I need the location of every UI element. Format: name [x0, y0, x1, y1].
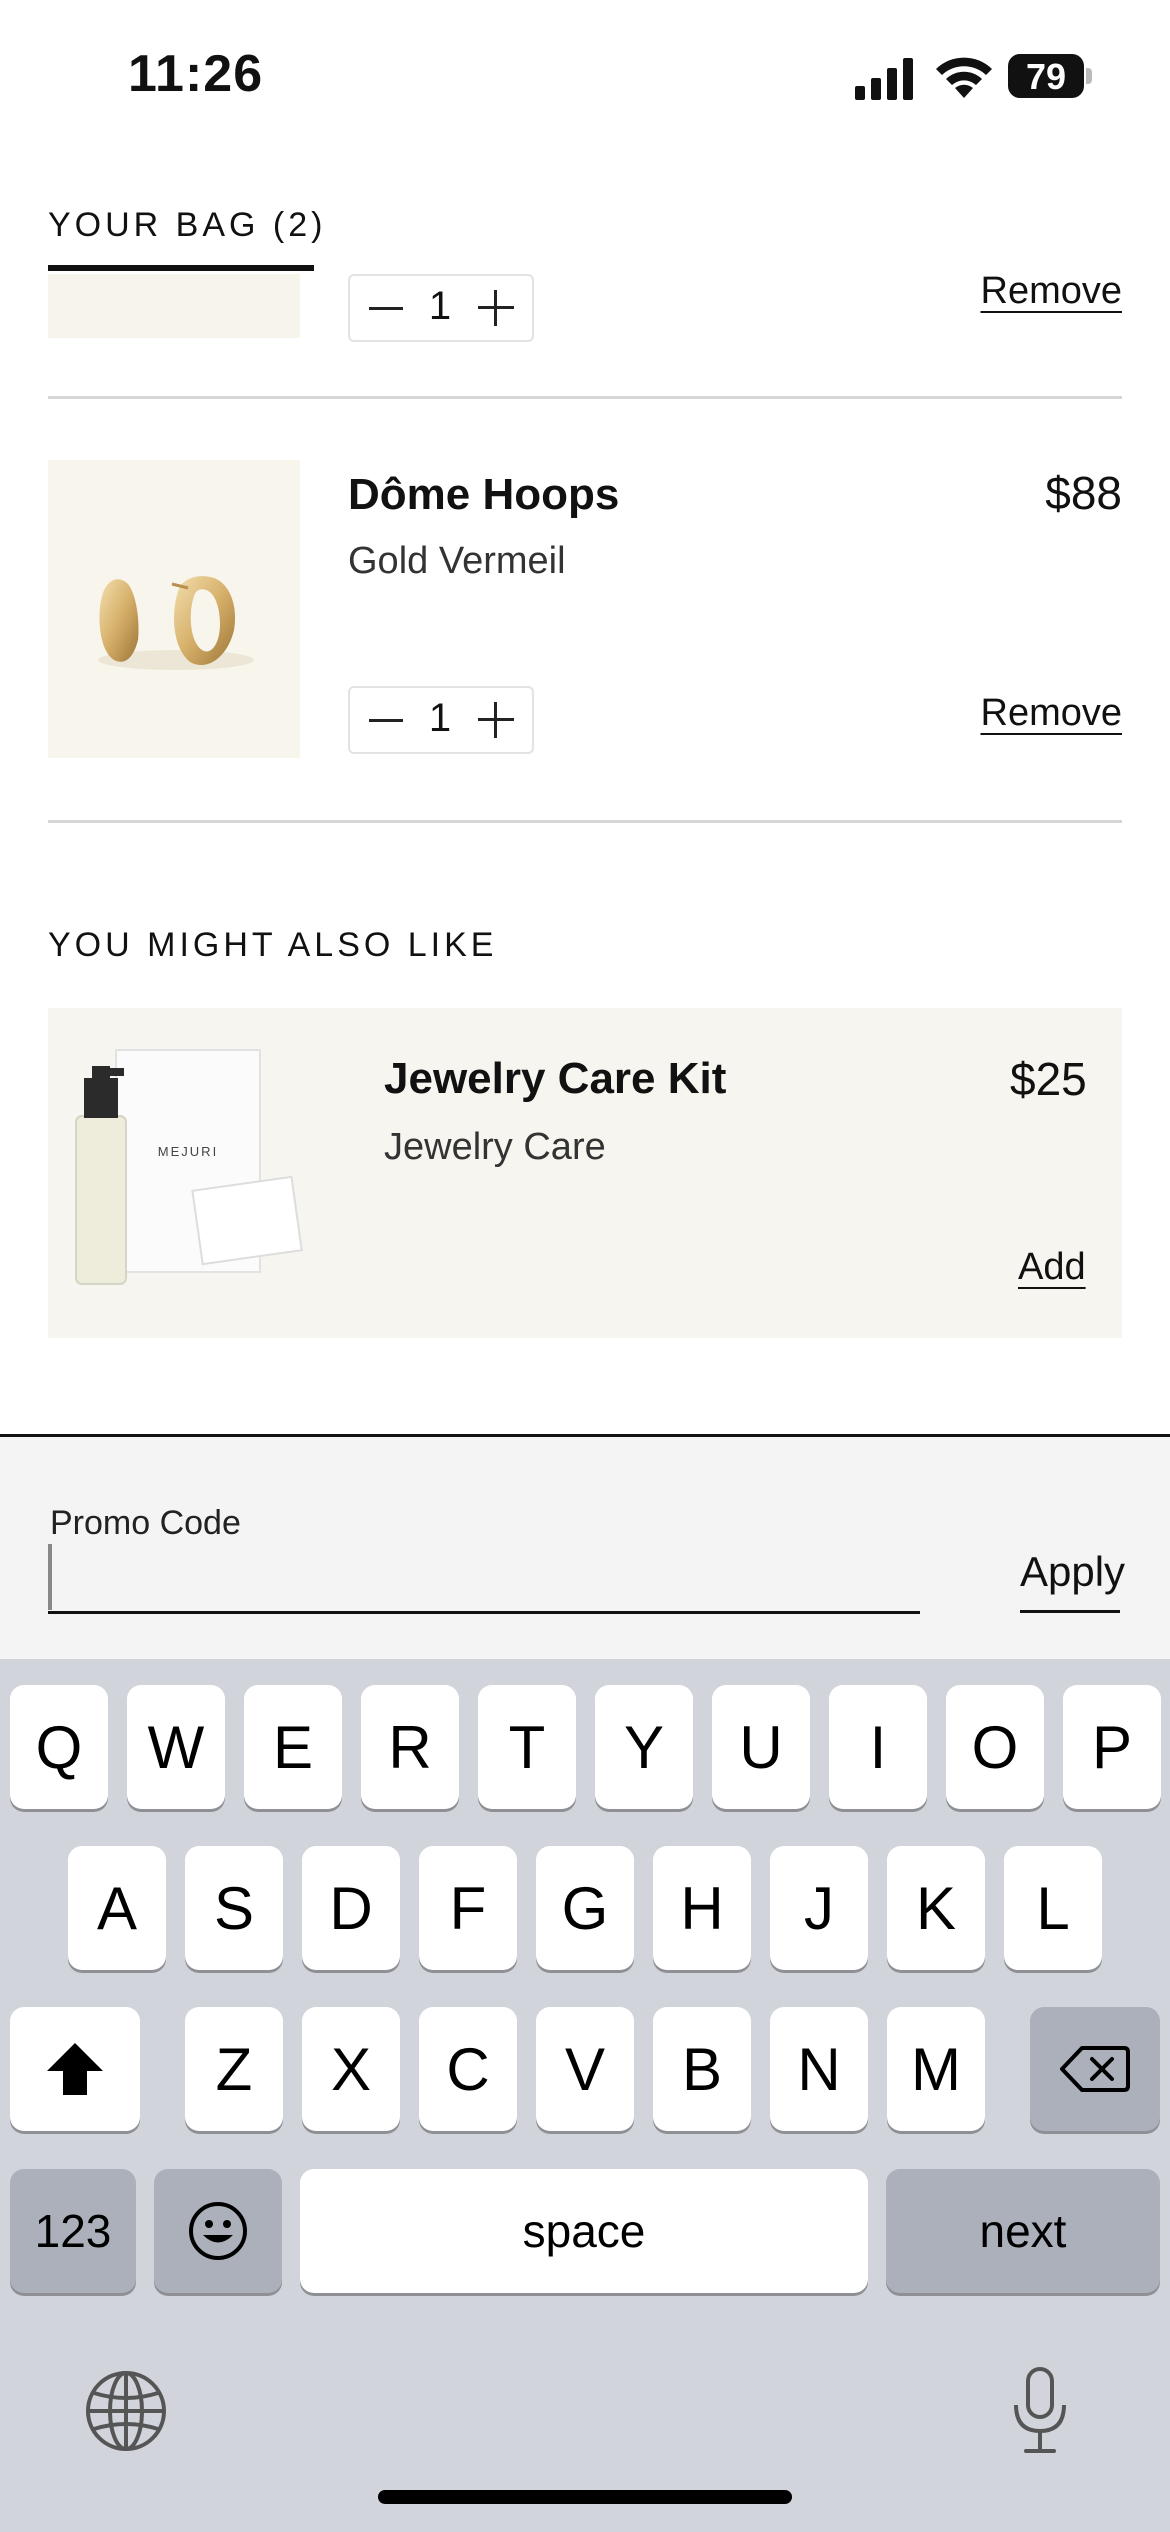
key-s[interactable]: S: [185, 1846, 283, 1970]
key-h[interactable]: H: [653, 1846, 751, 1970]
text-cursor: [48, 1544, 52, 1610]
jewelry-care-kit-image: MEJURI: [75, 1049, 303, 1285]
numbers-key[interactable]: 123: [10, 2169, 136, 2293]
recommendation-price: $25: [1010, 1053, 1087, 1105]
hoop-earrings-image: [98, 576, 254, 670]
recommendation-category: Jewelry Care: [384, 1126, 606, 1168]
product-price: $88: [1045, 467, 1122, 519]
decrease-quantity-button[interactable]: [364, 288, 408, 328]
status-time: 11:26: [128, 45, 264, 103]
key-q[interactable]: Q: [10, 1685, 108, 1809]
recommendations-title: YOU MIGHT ALSO LIKE: [48, 926, 498, 964]
increase-quantity-button[interactable]: [474, 698, 518, 742]
product-variant: Gold Vermeil: [348, 540, 566, 582]
key-u[interactable]: U: [712, 1685, 810, 1809]
globe-icon[interactable]: [84, 2369, 168, 2453]
apply-underline: [1020, 1610, 1120, 1613]
product-brand-text: MEJURI: [158, 1144, 218, 1159]
product-thumbnail[interactable]: [48, 460, 300, 758]
key-i[interactable]: I: [829, 1685, 927, 1809]
microphone-icon[interactable]: [1010, 2365, 1070, 2457]
add-to-bag-button[interactable]: Add: [1018, 1246, 1086, 1289]
divider: [48, 820, 1122, 823]
key-r[interactable]: R: [361, 1685, 459, 1809]
key-w[interactable]: W: [127, 1685, 225, 1809]
quantity-stepper: 1: [348, 274, 534, 342]
home-indicator: [378, 2490, 792, 2504]
increase-quantity-button[interactable]: [474, 286, 518, 330]
product-name[interactable]: Dôme Hoops: [348, 470, 619, 520]
keyboard: Q W E R T Y U I O P A S D F G H J K L Z …: [0, 1659, 1170, 2532]
promo-code-label: Promo Code: [50, 1504, 241, 1542]
key-n[interactable]: N: [770, 2007, 868, 2131]
bag-title-underline: [48, 265, 314, 271]
space-key[interactable]: space: [300, 2169, 868, 2293]
cellular-signal-icon: [855, 58, 913, 100]
quantity-stepper: 1: [348, 686, 534, 754]
apply-button[interactable]: Apply: [1020, 1548, 1125, 1596]
decrease-quantity-button[interactable]: [364, 700, 408, 740]
divider: [48, 396, 1122, 399]
battery-level: 79: [1025, 56, 1067, 97]
key-x[interactable]: X: [302, 2007, 400, 2131]
key-b[interactable]: B: [653, 2007, 751, 2131]
remove-button[interactable]: Remove: [981, 692, 1123, 735]
next-key[interactable]: next: [886, 2169, 1160, 2293]
quantity-value: 1: [428, 284, 452, 328]
key-d[interactable]: D: [302, 1846, 400, 1970]
key-a[interactable]: A: [68, 1846, 166, 1970]
shift-key[interactable]: [10, 2007, 140, 2131]
key-m[interactable]: M: [887, 2007, 985, 2131]
emoji-icon: [189, 2202, 247, 2260]
key-e[interactable]: E: [244, 1685, 342, 1809]
recommendation-name[interactable]: Jewelry Care Kit: [384, 1054, 726, 1104]
emoji-key[interactable]: [154, 2169, 282, 2293]
battery-icon: 79: [1008, 54, 1092, 98]
key-c[interactable]: C: [419, 2007, 517, 2131]
delete-key[interactable]: [1030, 2007, 1160, 2131]
promo-code-input[interactable]: [48, 1540, 920, 1614]
quantity-value: 1: [428, 696, 452, 740]
key-f[interactable]: F: [419, 1846, 517, 1970]
key-v[interactable]: V: [536, 2007, 634, 2131]
shift-arrow-icon: [47, 2043, 103, 2095]
wifi-icon: [936, 57, 992, 98]
key-y[interactable]: Y: [595, 1685, 693, 1809]
backspace-icon: [1060, 2046, 1130, 2092]
key-g[interactable]: G: [536, 1846, 634, 1970]
bag-title[interactable]: YOUR BAG (2): [48, 206, 326, 245]
product-thumbnail[interactable]: [48, 274, 300, 338]
key-l[interactable]: L: [1004, 1846, 1102, 1970]
key-o[interactable]: O: [946, 1685, 1044, 1809]
key-j[interactable]: J: [770, 1846, 868, 1970]
key-p[interactable]: P: [1063, 1685, 1161, 1809]
key-t[interactable]: T: [478, 1685, 576, 1809]
key-z[interactable]: Z: [185, 2007, 283, 2131]
key-k[interactable]: K: [887, 1846, 985, 1970]
remove-button[interactable]: Remove: [981, 270, 1123, 313]
